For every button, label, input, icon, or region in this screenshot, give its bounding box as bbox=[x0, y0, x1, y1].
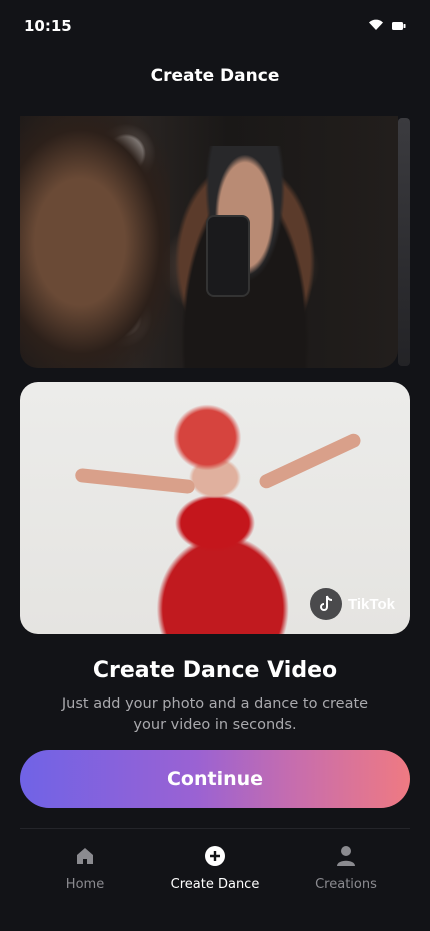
phone-shape bbox=[208, 217, 248, 295]
person-icon bbox=[336, 843, 356, 869]
next-image-peek bbox=[398, 118, 410, 366]
tiktok-badge: TikTok bbox=[310, 588, 395, 620]
tab-bar-divider bbox=[20, 828, 410, 829]
tab-creations-label: Creations bbox=[315, 877, 377, 892]
tab-create-dance-label: Create Dance bbox=[170, 877, 260, 892]
tiktok-icon bbox=[310, 588, 342, 620]
tab-creations[interactable]: Creations bbox=[281, 838, 411, 896]
plus-circle-icon bbox=[204, 843, 226, 869]
content-subtitle: Just add your photo and a dance to creat… bbox=[61, 696, 369, 733]
status-icons bbox=[368, 18, 406, 36]
tab-home-label: Home bbox=[65, 877, 105, 892]
image-figure-left bbox=[20, 116, 170, 368]
image-arm-left bbox=[74, 467, 196, 495]
tab-create-dance[interactable]: Create Dance bbox=[150, 838, 280, 896]
continue-button[interactable]: Continue bbox=[20, 750, 410, 808]
tiktok-label: TikTok bbox=[348, 595, 395, 613]
home-icon bbox=[75, 843, 95, 869]
battery-icon bbox=[392, 18, 406, 36]
tab-bar: Home Create Dance Creations bbox=[0, 838, 430, 900]
status-bar: 10:15 bbox=[0, 0, 430, 52]
image-arm-right bbox=[257, 431, 363, 491]
content-title: Create Dance Video bbox=[92, 658, 338, 683]
page-title: Create Dance bbox=[150, 66, 280, 86]
tab-home[interactable]: Home bbox=[20, 838, 150, 896]
status-time: 10:15 bbox=[24, 17, 72, 35]
wifi-icon bbox=[368, 18, 384, 36]
